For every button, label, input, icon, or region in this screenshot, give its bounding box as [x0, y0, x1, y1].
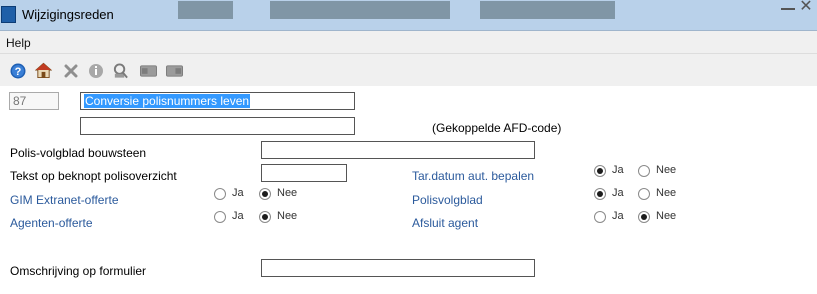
tar-datum-ja-radio[interactable] [594, 165, 606, 177]
description-value: Conversie polisnummers leven [84, 94, 251, 108]
gim-extranet-nee-label: Nee [277, 187, 298, 199]
tekst-beknopt-field[interactable] [261, 164, 347, 182]
gim-extranet-ja-radio[interactable] [214, 188, 226, 200]
afd-code-field[interactable] [80, 117, 355, 135]
app-icon [1, 6, 16, 23]
info-icon[interactable] [87, 62, 104, 79]
background-window-tab [480, 1, 615, 19]
help-icon[interactable]: ? [9, 62, 26, 79]
card-icon[interactable] [140, 62, 157, 79]
polisvolgblad-nee-label: Nee [656, 187, 677, 199]
polisvolgblad-nee-radio[interactable] [638, 188, 650, 200]
gim-extranet-label: GIM Extranet-offerte [10, 193, 119, 207]
polis-volgblad-bouwsteen-label: Polis-volgblad bouwsteen [10, 146, 147, 160]
afsluit-agent-ja-radio[interactable] [594, 211, 606, 223]
card-icon[interactable] [166, 62, 183, 79]
window-title: Wijzigingsreden [22, 7, 114, 22]
minimize-button[interactable] [781, 0, 795, 10]
delete-icon[interactable] [62, 62, 79, 79]
agenten-offerte-ja-label: Ja [232, 210, 244, 222]
agenten-offerte-label: Agenten-offerte [10, 216, 93, 230]
polisvolgblad-ja-radio[interactable] [594, 188, 606, 200]
tekst-beknopt-label: Tekst op beknopt polisoverzicht [10, 169, 177, 183]
tar-datum-label: Tar.datum aut. bepalen [412, 169, 535, 183]
omschrijving-formulier-label: Omschrijving op formulier [10, 264, 147, 278]
tar-datum-nee-label: Nee [656, 164, 677, 176]
afsluit-agent-nee-label: Nee [656, 210, 677, 222]
gim-extranet-nee-radio[interactable] [259, 188, 271, 200]
polis-volgblad-bouwsteen-field[interactable] [261, 141, 535, 159]
polisvolgblad-label: Polisvolgblad [412, 193, 483, 207]
code-field[interactable]: 87 [9, 92, 59, 110]
afsluit-agent-ja-label: Ja [612, 210, 624, 222]
tar-datum-nee-radio[interactable] [638, 165, 650, 177]
background-window-tab [270, 1, 450, 19]
afsluit-agent-nee-radio[interactable] [638, 211, 650, 223]
description-field[interactable]: Conversie polisnummers leven [80, 92, 355, 110]
menu-help[interactable]: Help [6, 36, 31, 50]
menu-bar [0, 31, 817, 54]
afsluit-agent-label: Afsluit agent [412, 216, 479, 230]
home-icon[interactable] [35, 62, 52, 79]
gim-extranet-ja-label: Ja [232, 187, 244, 199]
agenten-offerte-nee-label: Nee [277, 210, 298, 222]
polisvolgblad-ja-label: Ja [612, 187, 624, 199]
omschrijving-formulier-field[interactable] [261, 259, 535, 277]
close-button[interactable]: ✕ [798, 0, 814, 16]
agenten-offerte-nee-radio[interactable] [259, 211, 271, 223]
tar-datum-ja-label: Ja [612, 164, 624, 176]
background-window-tab [178, 1, 233, 19]
agenten-offerte-ja-radio[interactable] [214, 211, 226, 223]
afd-code-label: (Gekoppelde AFD-code) [432, 121, 562, 135]
search-icon[interactable] [112, 62, 129, 79]
svg-text:?: ? [14, 66, 21, 78]
